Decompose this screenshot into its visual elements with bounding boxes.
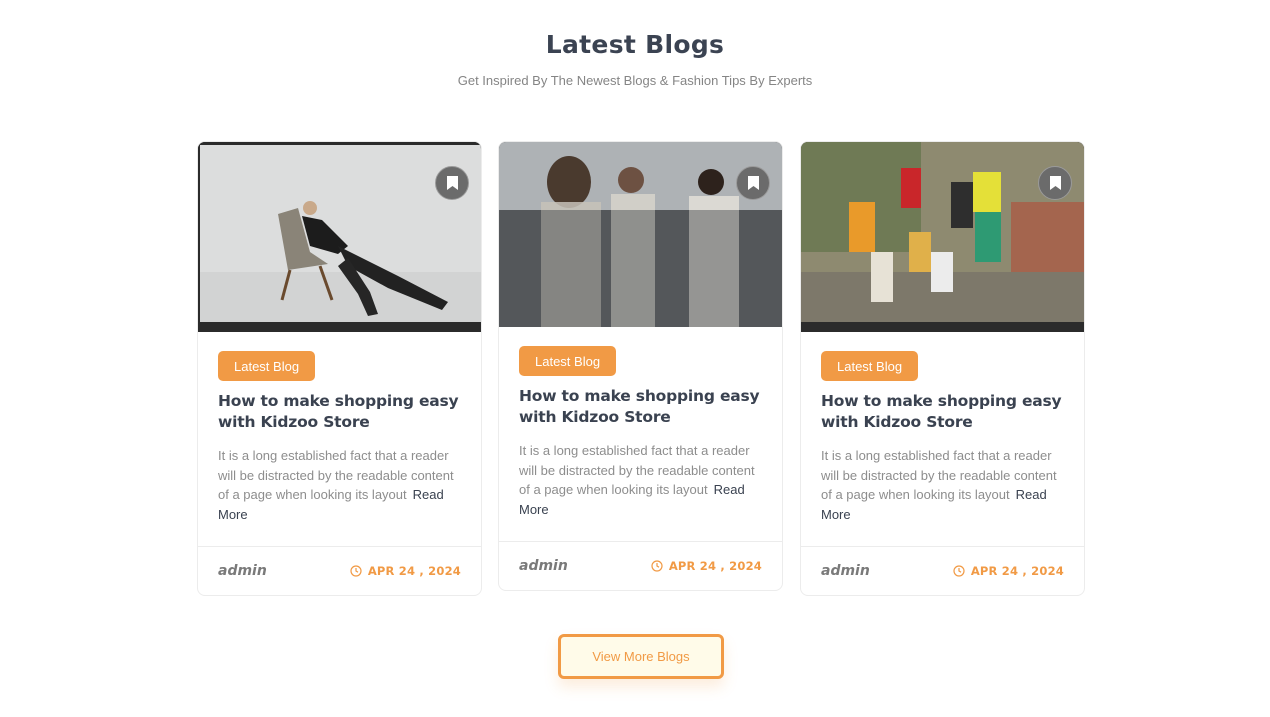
blog-card-excerpt: It is a long established fact that a rea… bbox=[218, 446, 461, 524]
date-wrap: APR 24 , 2024 bbox=[350, 564, 461, 578]
date-wrap: APR 24 , 2024 bbox=[953, 564, 1064, 578]
blog-card-title[interactable]: How to make shopping easy with Kidzoo St… bbox=[519, 386, 762, 428]
blog-card-image[interactable] bbox=[198, 142, 481, 332]
author-name[interactable]: admin bbox=[821, 563, 870, 579]
post-date: APR 24 , 2024 bbox=[970, 564, 1064, 578]
clock-icon bbox=[953, 565, 965, 577]
three-models-photo bbox=[499, 142, 782, 327]
blog-card-title[interactable]: How to make shopping easy with Kidzoo St… bbox=[821, 391, 1064, 433]
bookmark-icon bbox=[1049, 176, 1061, 190]
bookmark-icon bbox=[446, 176, 458, 190]
view-more-blogs-button[interactable]: View More Blogs bbox=[558, 634, 724, 679]
bookmark-button[interactable] bbox=[435, 166, 469, 200]
blog-card-title[interactable]: How to make shopping easy with Kidzoo St… bbox=[218, 391, 461, 433]
category-badge[interactable]: Latest Blog bbox=[519, 346, 617, 376]
post-date: APR 24 , 2024 bbox=[367, 564, 461, 578]
section-subtitle: Get Inspired By The Newest Blogs & Fashi… bbox=[457, 73, 813, 88]
bookmark-icon bbox=[747, 176, 759, 190]
blog-card-image[interactable] bbox=[499, 142, 782, 327]
blog-card[interactable]: Latest Blog How to make shopping easy wi… bbox=[800, 141, 1085, 596]
clock-icon bbox=[350, 565, 362, 577]
blog-card-image[interactable] bbox=[801, 142, 1084, 332]
author-name[interactable]: admin bbox=[218, 563, 267, 579]
bookmark-button[interactable] bbox=[736, 166, 770, 200]
section-title: Latest Blogs bbox=[545, 30, 725, 59]
blog-card[interactable]: Latest Blog How to make shopping easy wi… bbox=[197, 141, 482, 596]
clock-icon bbox=[651, 560, 663, 572]
bookmark-button[interactable] bbox=[1038, 166, 1072, 200]
date-wrap: APR 24 , 2024 bbox=[651, 559, 762, 573]
blog-card-footer: admin APR 24 , 2024 bbox=[499, 541, 782, 590]
blog-card[interactable]: Latest Blog How to make shopping easy wi… bbox=[498, 141, 783, 591]
category-badge[interactable]: Latest Blog bbox=[821, 351, 919, 381]
blog-card-footer: admin APR 24 , 2024 bbox=[198, 546, 481, 595]
blog-card-footer: admin APR 24 , 2024 bbox=[801, 546, 1084, 595]
category-badge[interactable]: Latest Blog bbox=[218, 351, 316, 381]
post-date: APR 24 , 2024 bbox=[668, 559, 762, 573]
blog-card-excerpt: It is a long established fact that a rea… bbox=[821, 446, 1064, 524]
blog-card-excerpt: It is a long established fact that a rea… bbox=[519, 441, 762, 519]
author-name[interactable]: admin bbox=[519, 558, 568, 574]
